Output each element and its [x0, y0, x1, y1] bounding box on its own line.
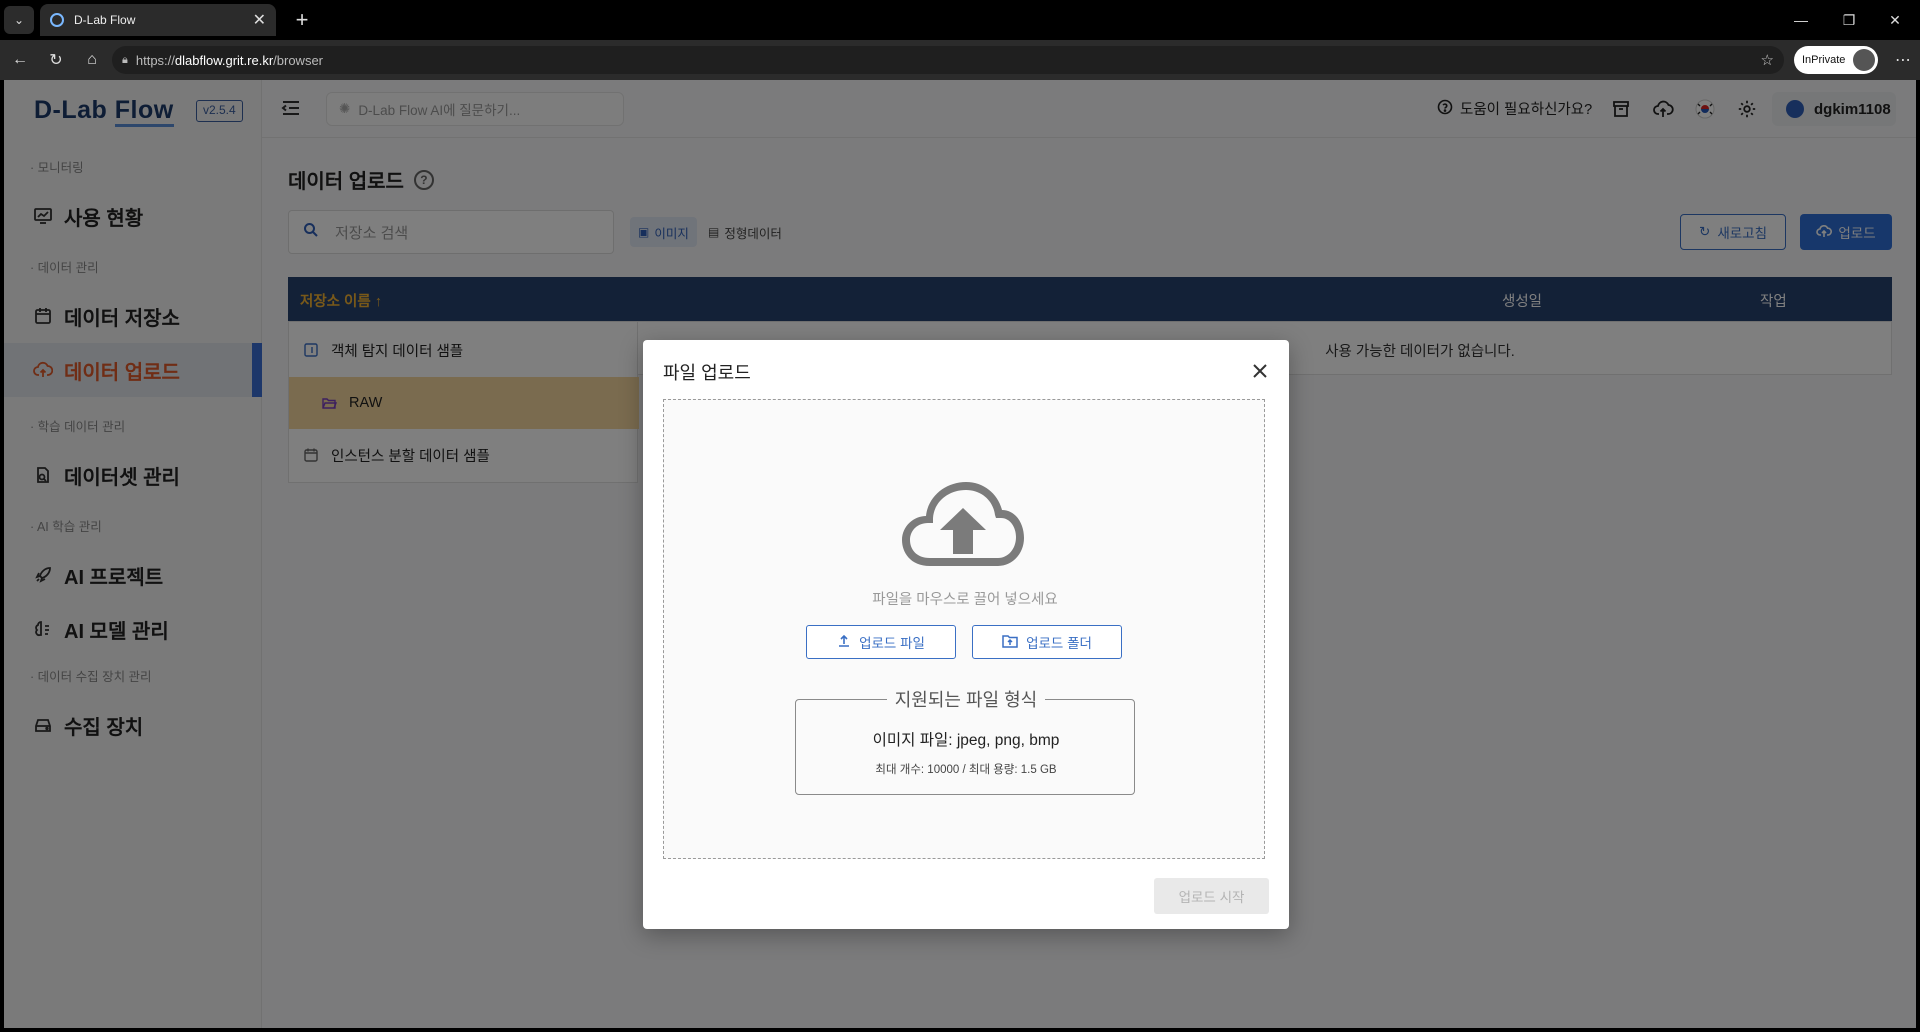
tab-list-button[interactable]: ⌄ [4, 6, 34, 34]
address-bar[interactable]: 🔒︎ https://dlabflow.grit.re.kr/browser ☆ [112, 46, 1784, 74]
lock-icon: 🔒︎ [122, 53, 128, 66]
home-button[interactable]: ⌂ [78, 46, 106, 74]
formats-line: 이미지 파일: jpeg, png, bmp [872, 732, 1060, 749]
browser-toolbar: ← ↻ ⌂ 🔒︎ https://dlabflow.grit.re.kr/bro… [0, 40, 1920, 80]
url-scheme: https:// [135, 52, 175, 68]
restore-button[interactable]: ❐ [1826, 0, 1872, 40]
start-upload-button[interactable]: 업로드 시작 [1154, 878, 1269, 914]
file-dropzone[interactable]: 파일을 마우스로 끌어 넣으세요 업로드 파일 업로드 폴더 지원되는 파일 형… [663, 399, 1265, 859]
supported-formats-box: 지원되는 파일 형식 이미지 파일: jpeg, png, bmp 최대 개수:… [795, 690, 1135, 795]
inprivate-badge[interactable]: InPrivate [1794, 46, 1878, 74]
upload-file-label: 업로드 파일 [859, 636, 925, 651]
limits-line: 최대 개수: 10000 / 최대 용량: 1.5 GB [875, 764, 1057, 776]
inprivate-label: InPrivate [1802, 54, 1846, 66]
browser-tab[interactable]: D-Lab Flow ✕ [40, 4, 276, 36]
formats-legend: 지원되는 파일 형식 [796, 686, 1136, 712]
formats-title: 지원되는 파일 형식 [886, 690, 1046, 710]
upload-folder-button[interactable]: 업로드 폴더 [972, 625, 1122, 659]
upload-file-button[interactable]: 업로드 파일 [806, 625, 956, 659]
url-path: /browser [273, 52, 324, 68]
cloud-upload-icon [900, 480, 1026, 570]
drop-hint-text: 파일을 마우스로 끌어 넣으세요 [872, 592, 1058, 608]
profile-avatar [1853, 49, 1875, 71]
url-host: dlabflow.grit.re.kr [174, 52, 274, 68]
favorite-star-icon[interactable]: ☆ [1761, 51, 1774, 69]
tab-close-icon[interactable]: ✕ [253, 10, 266, 30]
close-window-button[interactable]: ✕ [1872, 0, 1918, 40]
app-root: D-Lab Flow v2.5.4 · 모니터링 사용 현황 · 데이터 관리 … [4, 80, 1916, 1028]
minimize-button[interactable]: — [1778, 0, 1824, 40]
close-icon[interactable] [1249, 360, 1271, 382]
new-tab-button[interactable]: + [288, 6, 316, 34]
folder-upload-icon [1002, 634, 1018, 651]
file-upload-dialog: 파일 업로드 파일을 마우스로 끌어 넣으세요 업로드 파일 업로드 폴더 지원… [643, 340, 1289, 929]
upload-folder-label: 업로드 폴더 [1026, 636, 1092, 651]
reload-button[interactable]: ↻ [42, 46, 70, 74]
browser-menu-button[interactable]: ⋯ [1890, 46, 1916, 74]
site-favicon-icon [50, 13, 64, 27]
dialog-title: 파일 업로드 [663, 363, 751, 383]
upload-icon [837, 634, 851, 651]
back-button[interactable]: ← [6, 46, 34, 74]
browser-tabbar: ⌄ D-Lab Flow ✕ + — ❐ ✕ [0, 0, 1920, 40]
tab-title: D-Lab Flow [74, 13, 136, 27]
